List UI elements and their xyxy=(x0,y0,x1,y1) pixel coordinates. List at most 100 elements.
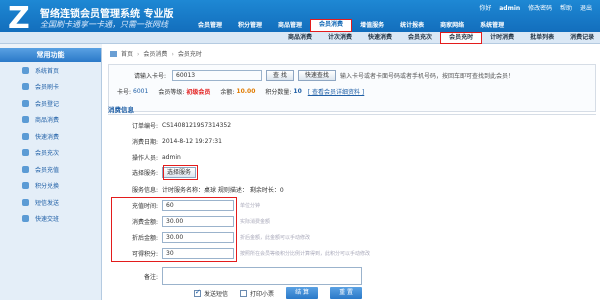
sidebar-item-goods-consume[interactable]: 商品消费 xyxy=(0,112,101,129)
balance-value: 10.00 xyxy=(236,88,256,95)
send-sms-checkbox[interactable]: 发送短信 xyxy=(194,288,229,298)
card-lookup-panel: 请输入卡号: 60013 查 找 快速查找 输入卡号或者卡面号码或者手机号码，按… xyxy=(108,64,596,112)
nav-value-added[interactable]: 增值服务 xyxy=(352,19,392,32)
highlight-box xyxy=(111,197,237,262)
sub-nav: 商品消费 计次消费 快速消费 会员充次 会员充时 计时消费 批单列表 消费记录 xyxy=(0,32,600,44)
gift-icon xyxy=(22,182,29,190)
subnav-count-recharge[interactable]: 会员充次 xyxy=(400,32,440,44)
remark-textarea[interactable] xyxy=(162,267,362,285)
order-label: 订单编号: xyxy=(131,123,158,130)
checkbox-icon xyxy=(240,289,248,297)
subnav-quick-consume[interactable]: 快速消费 xyxy=(360,32,400,44)
service-info-label: 服务信息: xyxy=(131,187,158,194)
sidebar-title: 常用功能 xyxy=(0,48,101,62)
wallet-icon xyxy=(22,165,29,173)
nav-reports[interactable]: 统计报表 xyxy=(392,19,432,32)
nav-member-manage[interactable]: 会员管理 xyxy=(190,19,230,32)
sidebar-item-home[interactable]: 系统首页 xyxy=(0,62,101,79)
main-nav: 会员管理 积分管理 商品管理 会员消费 增值服务 统计报表 商家网络 系统管理 xyxy=(190,19,512,32)
member-card-label: 卡号: xyxy=(117,89,132,96)
lightning-icon xyxy=(22,132,29,140)
user-add-icon xyxy=(22,99,29,107)
counter-icon xyxy=(22,149,29,157)
order-number: CS14081219S7314352 xyxy=(162,122,232,129)
main-content: 首页 › 会员消费 › 会员充时 请输入卡号: 60013 查 找 快速查找 输入卡号或… xyxy=(102,44,600,300)
sidebar-item-label: 会员登记 xyxy=(35,100,60,108)
nav-member-consume[interactable]: 会员消费 xyxy=(310,19,353,32)
quick-search-button[interactable]: 快速查找 xyxy=(297,70,336,81)
sidebar-item-label: 快速交班 xyxy=(35,216,60,224)
sidebar: 常用功能 系统首页 会员刷卡 会员登记 商品消费 快速消费 会员充次 会员充值 … xyxy=(0,48,102,300)
crumb-current: 会员充时 xyxy=(177,51,202,58)
nav-system-manage[interactable]: 系统管理 xyxy=(472,19,512,32)
sidebar-item-label: 快速消费 xyxy=(35,133,60,141)
subnav-goods-consume[interactable]: 商品消费 xyxy=(280,32,320,44)
card-number-input[interactable]: 60013 xyxy=(172,70,262,81)
consume-date: 2014-8-12 19:27:31 xyxy=(162,138,222,145)
card-label: 请输入卡号: xyxy=(133,73,166,80)
order-row: 订单编号: CS14081219S7314352 xyxy=(108,121,596,130)
subnav-batch-list[interactable]: 批单列表 xyxy=(522,32,562,44)
search-button[interactable]: 查 找 xyxy=(266,70,294,81)
crumb-home[interactable]: 首页 xyxy=(121,51,133,58)
sidebar-item-register[interactable]: 会员登记 xyxy=(0,95,101,112)
section-title: 消费信息 xyxy=(108,106,134,114)
sidebar-item-quick-consume[interactable]: 快速消费 xyxy=(0,128,101,145)
operator-label: 操作人员: xyxy=(131,155,158,162)
member-level-value: 初级会员 xyxy=(186,89,211,96)
date-row: 消费日期: 2014-8-12 19:27:31 xyxy=(108,137,596,146)
nav-points-manage[interactable]: 积分管理 xyxy=(230,19,270,32)
select-service-label: 选择服务: xyxy=(131,170,158,177)
print-receipt-label: 打印小票 xyxy=(250,290,275,298)
sidebar-item-swipe-card[interactable]: 会员刷卡 xyxy=(0,79,101,96)
balance-label: 余额: xyxy=(220,89,235,96)
sidebar-item-label: 会员充值 xyxy=(35,166,60,174)
app-slogan: 全国刷卡通享一卡通，只需一张网线 xyxy=(40,20,168,29)
user-name[interactable]: admin xyxy=(499,5,520,12)
logo-icon: Z xyxy=(8,1,30,36)
sidebar-item-count-recharge[interactable]: 会员充次 xyxy=(0,145,101,162)
print-receipt-checkbox[interactable]: 打印小票 xyxy=(240,289,274,298)
sidebar-item-sms[interactable]: 短信发送 xyxy=(0,194,101,211)
logout-link[interactable]: 退出 xyxy=(580,5,592,12)
cart-icon xyxy=(22,116,29,124)
member-summary: 卡号: 6001 会员等级: 初级会员 余额: 10.00 积分数量: 10 [ 查看会… xyxy=(117,87,364,96)
recharge-tip: 单位分钟 xyxy=(240,203,261,209)
subnav-consume-records[interactable]: 消费记录 xyxy=(562,32,600,44)
top-links: 你好 admin 修改密码 帮助 退出 xyxy=(473,3,592,12)
sidebar-item-label: 会员充次 xyxy=(35,150,60,158)
home-icon xyxy=(22,66,29,74)
swap-icon xyxy=(22,215,29,223)
points-label: 积分数量: xyxy=(265,89,292,96)
home-icon xyxy=(110,51,117,57)
reset-button[interactable]: 重 置 xyxy=(330,287,363,299)
member-detail-link[interactable]: [ 查看会员详细资料 ] xyxy=(308,87,365,96)
sidebar-item-label: 系统首页 xyxy=(35,67,60,75)
message-icon xyxy=(22,198,29,206)
subnav-time-consume[interactable]: 计时消费 xyxy=(482,32,522,44)
nav-merchant-network[interactable]: 商家网络 xyxy=(432,19,472,32)
operator-value: admin xyxy=(162,154,181,161)
sidebar-item-label: 会员刷卡 xyxy=(35,84,60,92)
operator-row: 操作人员: admin xyxy=(108,153,596,162)
send-sms-label: 发送短信 xyxy=(204,290,229,298)
crumb-consume[interactable]: 会员消费 xyxy=(143,51,167,58)
sidebar-item-shift-change[interactable]: 快速交班 xyxy=(0,211,101,228)
points-value: 10 xyxy=(293,88,302,95)
submit-button[interactable]: 结 算 xyxy=(286,287,319,299)
sidebar-item-recharge[interactable]: 会员充值 xyxy=(0,161,101,178)
subnav-time-recharge[interactable]: 会员充时 xyxy=(440,32,483,44)
remark-row: 备注: xyxy=(108,267,596,285)
breadcrumb: 首页 › 会员消费 › 会员充时 xyxy=(110,49,202,58)
subnav-count-consume[interactable]: 计次消费 xyxy=(320,32,360,44)
member-card-value: 6001 xyxy=(133,88,149,95)
member-level-label: 会员等级: xyxy=(158,89,185,96)
card-hint: 输入卡号或者卡面号码或者手机号码，按回车即可查找到此会员！ xyxy=(339,73,514,80)
card-icon xyxy=(22,83,29,91)
sidebar-item-points-exchange[interactable]: 积分兑换 xyxy=(0,178,101,195)
help-link[interactable]: 帮助 xyxy=(560,5,572,12)
sidebar-item-label: 短信发送 xyxy=(35,199,60,207)
nav-goods-manage[interactable]: 商品管理 xyxy=(270,19,310,32)
discount-tip: 折后金额，此金额可以手动修改 xyxy=(240,235,311,241)
change-password-link[interactable]: 修改密码 xyxy=(528,5,552,12)
